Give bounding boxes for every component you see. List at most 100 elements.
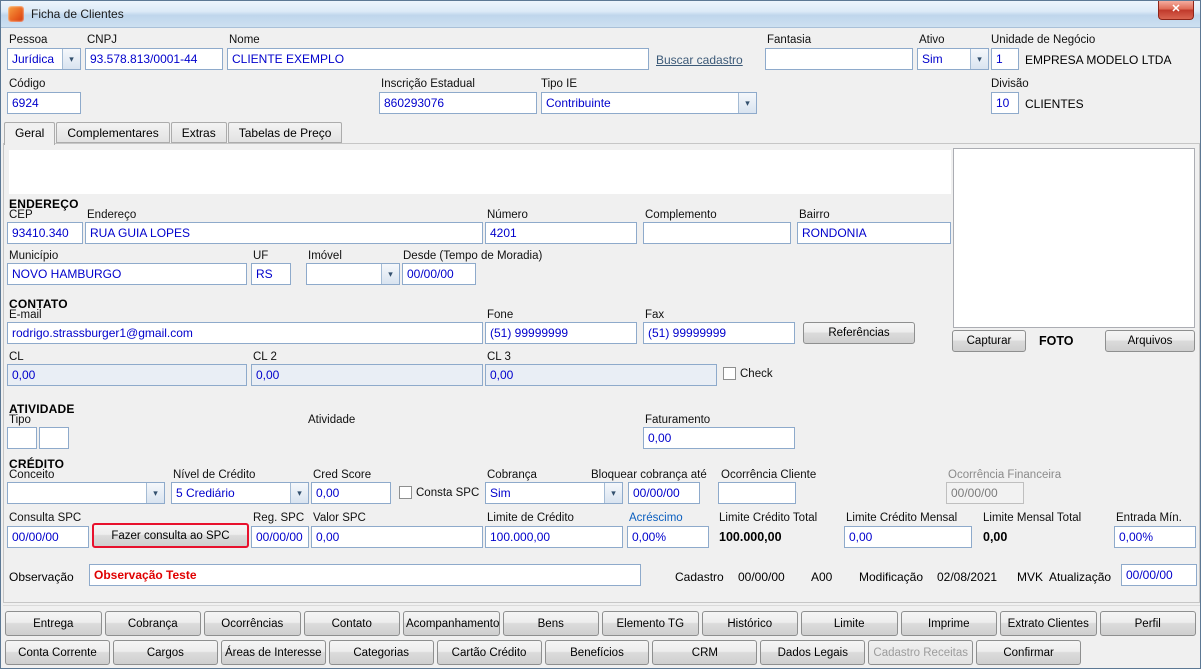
contato-button[interactable]: Contato: [303, 611, 400, 636]
fazer-consulta-spc-button[interactable]: Fazer consulta ao SPC: [92, 523, 249, 548]
ativo-label: Ativo: [919, 34, 945, 46]
cargos-button[interactable]: Cargos: [112, 640, 218, 665]
complemento-field[interactable]: [643, 222, 791, 244]
chevron-down-icon[interactable]: ▾: [738, 93, 756, 113]
buscar-cadastro-link[interactable]: Buscar cadastro: [656, 53, 743, 67]
valor-spc-field[interactable]: 0,00: [311, 526, 483, 548]
tab-extras[interactable]: Extras: [170, 122, 227, 143]
crm-button[interactable]: CRM: [652, 640, 758, 665]
cnpj-field[interactable]: 93.578.813/0001-44: [85, 48, 223, 70]
entrega-button[interactable]: Entrega: [5, 611, 102, 636]
confirmar-button[interactable]: Confirmar: [976, 640, 1082, 665]
elemento-tg-button[interactable]: Elemento TG: [602, 611, 699, 636]
perfil-button[interactable]: Perfil: [1099, 611, 1196, 636]
bloquear-cobranca-field[interactable]: 00/00/00: [628, 482, 700, 504]
cep-label: CEP: [9, 209, 33, 221]
atualizacao-field: 00/00/00: [1121, 564, 1197, 586]
cobranca-value: Sim: [490, 486, 511, 500]
extrato-clientes-button[interactable]: Extrato Clientes: [1000, 611, 1097, 636]
bloquear-cobranca-label: Bloquear cobrança até: [591, 469, 707, 481]
capturar-button[interactable]: Capturar: [952, 330, 1026, 352]
tab-strip: Geral Complementares Extras Tabelas de P…: [4, 122, 343, 145]
historico-button[interactable]: Histórico: [701, 611, 798, 636]
consulta-spc-field[interactable]: 00/00/00: [7, 526, 89, 548]
ativo-select[interactable]: Sim ▾: [917, 48, 989, 70]
fax-field[interactable]: (51) 99999999: [643, 322, 795, 344]
entrada-min-field[interactable]: 0,00%: [1114, 526, 1196, 548]
divisao-code-field[interactable]: 10: [991, 92, 1019, 114]
ocorrencias-button[interactable]: Ocorrências: [204, 611, 301, 636]
nome-field[interactable]: CLIENTE EXEMPLO: [227, 48, 649, 70]
limite-credito-mensal-field[interactable]: 0,00: [844, 526, 972, 548]
tab-geral[interactable]: Geral: [4, 122, 56, 145]
ocorrencia-financeira-label: Ocorrência Financeira: [948, 469, 1062, 481]
limite-mensal-total-value: 0,00: [983, 530, 1008, 544]
tab-tabelas-de-preco[interactable]: Tabelas de Preço: [227, 122, 343, 143]
chevron-down-icon[interactable]: ▾: [381, 264, 399, 284]
fax-label: Fax: [645, 309, 665, 321]
limite-mensal-total-label: Limite Mensal Total: [983, 512, 1082, 524]
imprime-button[interactable]: Imprime: [900, 611, 997, 636]
tipo-ie-select[interactable]: Contribuinte ▾: [541, 92, 757, 114]
chevron-down-icon[interactable]: ▾: [290, 483, 308, 503]
limite-credito-field[interactable]: 100.000,00: [485, 526, 623, 548]
consta-spc-checkbox[interactable]: [399, 486, 412, 499]
endereco-field[interactable]: RUA GUIA LOPES: [85, 222, 483, 244]
cartao-credito-button[interactable]: Cartão Crédito: [436, 640, 542, 665]
fantasia-field[interactable]: [765, 48, 913, 70]
client-record-window: Ficha de Clientes ✕ Pessoa CNPJ Nome Fan…: [0, 0, 1201, 669]
categorias-button[interactable]: Categorias: [328, 640, 434, 665]
chevron-down-icon[interactable]: ▾: [970, 49, 988, 69]
referencias-button[interactable]: Referências: [803, 322, 915, 344]
cobranca-label: Cobrança: [487, 469, 537, 481]
bairro-field[interactable]: RONDONIA: [797, 222, 951, 244]
email-field[interactable]: rodrigo.strassburger1@gmail.com: [7, 322, 483, 344]
limite-button[interactable]: Limite: [801, 611, 898, 636]
uf-field[interactable]: RS: [251, 263, 291, 285]
acompanhamento-button[interactable]: Acompanhamento: [403, 611, 500, 636]
window-title: Ficha de Clientes: [31, 7, 124, 21]
pessoa-select[interactable]: Jurídica ▾: [7, 48, 81, 70]
desde-field[interactable]: 00/00/00: [402, 263, 476, 285]
tipo-field-1[interactable]: [7, 427, 37, 449]
conceito-select[interactable]: ▾: [7, 482, 165, 504]
arquivos-button[interactable]: Arquivos: [1105, 330, 1195, 352]
email-label: E-mail: [9, 309, 42, 321]
observacao-field[interactable]: Observação Teste: [89, 564, 641, 586]
cred-score-label: Cred Score: [313, 469, 372, 481]
tab-complementares[interactable]: Complementares: [56, 122, 170, 143]
tipo-field-2[interactable]: [39, 427, 69, 449]
ocorrencia-cliente-field[interactable]: [718, 482, 796, 504]
cep-field[interactable]: 93410.340: [7, 222, 83, 244]
check-checkbox[interactable]: [723, 367, 736, 380]
tipo-ie-value: Contribuinte: [546, 96, 611, 110]
ativo-value: Sim: [922, 52, 943, 66]
close-icon[interactable]: ✕: [1158, 1, 1194, 20]
ocorrencia-financeira-field: 00/00/00: [946, 482, 1024, 504]
areas-de-interesse-button[interactable]: Áreas de Interesse: [220, 640, 326, 665]
municipio-field[interactable]: NOVO HAMBURGO: [7, 263, 247, 285]
acrescimo-field[interactable]: 0,00%: [627, 526, 709, 548]
unidade-negocio-code-field[interactable]: 1: [991, 48, 1019, 70]
imovel-select[interactable]: ▾: [306, 263, 400, 285]
bens-button[interactable]: Bens: [502, 611, 599, 636]
cred-score-field[interactable]: 0,00: [311, 482, 391, 504]
fone-field[interactable]: (51) 99999999: [485, 322, 637, 344]
beneficios-button[interactable]: Benefícios: [544, 640, 650, 665]
codigo-field[interactable]: 6924: [7, 92, 81, 114]
nivel-credito-select[interactable]: 5 Crediário ▾: [171, 482, 309, 504]
chevron-down-icon[interactable]: ▾: [604, 483, 622, 503]
cobranca-select[interactable]: Sim ▾: [485, 482, 623, 504]
faturamento-field[interactable]: 0,00: [643, 427, 795, 449]
reg-spc-field[interactable]: 00/00/00: [251, 526, 309, 548]
unidade-negocio-name: EMPRESA MODELO LTDA: [1025, 53, 1172, 67]
chevron-down-icon[interactable]: ▾: [146, 483, 164, 503]
divisao-label: Divisão: [991, 78, 1029, 90]
chevron-down-icon[interactable]: ▾: [62, 49, 80, 69]
inscricao-estadual-field[interactable]: 860293076: [379, 92, 537, 114]
app-icon: [8, 6, 24, 22]
numero-field[interactable]: 4201: [485, 222, 637, 244]
dados-legais-button[interactable]: Dados Legais: [760, 640, 866, 665]
cobranca-button[interactable]: Cobrança: [104, 611, 201, 636]
conta-corrente-button[interactable]: Conta Corrente: [5, 640, 110, 665]
